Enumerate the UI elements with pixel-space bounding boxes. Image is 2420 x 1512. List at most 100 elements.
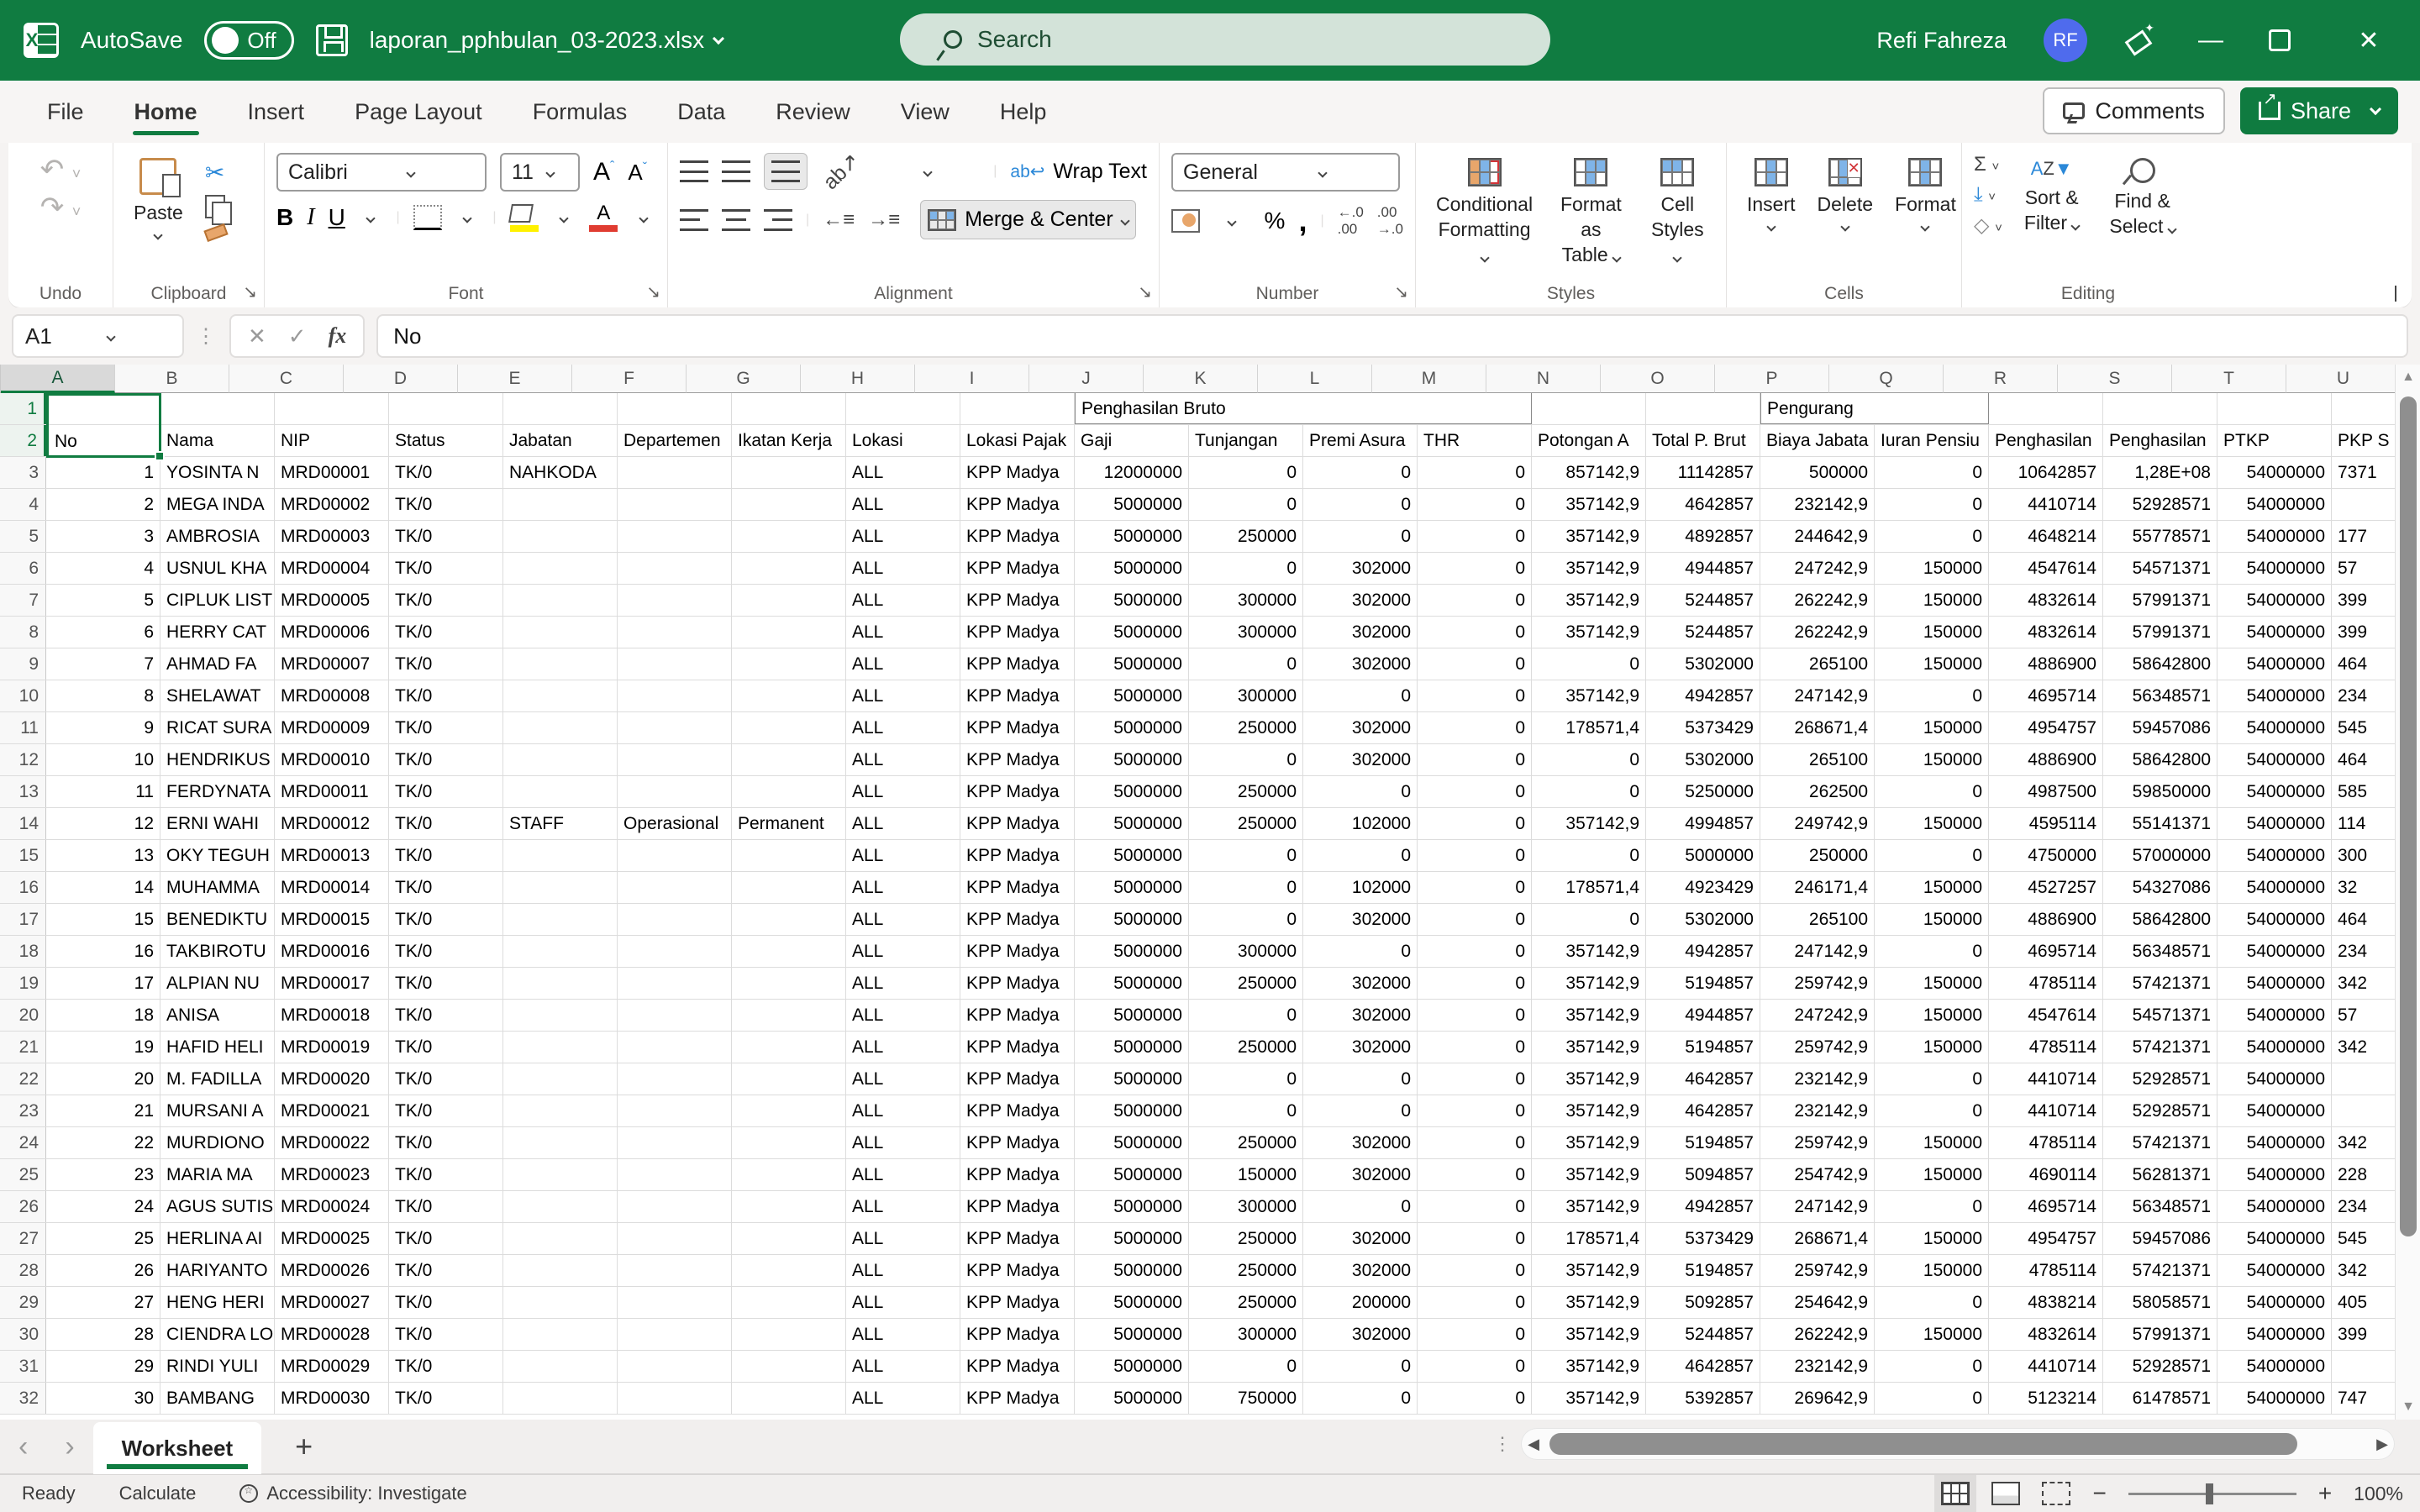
cell[interactable]: [732, 617, 846, 648]
cell[interactable]: 0: [1189, 457, 1303, 488]
cell[interactable]: 5000000: [1075, 585, 1189, 616]
cell[interactable]: KPP Madya: [960, 936, 1075, 967]
cell[interactable]: ALL: [846, 1191, 960, 1222]
cell[interactable]: 5000000: [1075, 744, 1189, 775]
cell[interactable]: TK/0: [389, 936, 503, 967]
cell[interactable]: [732, 680, 846, 711]
cell[interactable]: 5000000: [1075, 904, 1189, 935]
clipboard-dialog-launcher[interactable]: ↘: [243, 281, 257, 302]
coming-soon-icon[interactable]: [2124, 26, 2153, 55]
row-header-14[interactable]: 14: [0, 808, 46, 839]
align-middle-button[interactable]: [722, 160, 750, 182]
cell[interactable]: 150000: [1875, 648, 1989, 680]
cell[interactable]: 545: [2332, 712, 2395, 743]
cell[interactable]: 0: [1303, 776, 1418, 807]
cell[interactable]: ALL: [846, 1351, 960, 1382]
cell[interactable]: MRD00006: [275, 617, 389, 648]
cell[interactable]: TK/0: [389, 712, 503, 743]
cell[interactable]: KPP Madya: [960, 1191, 1075, 1222]
cell[interactable]: PKP S: [2332, 425, 2395, 456]
row-header-10[interactable]: 10: [0, 680, 46, 711]
increase-indent-button[interactable]: →≡: [868, 208, 900, 232]
cell[interactable]: 5000000: [1646, 840, 1760, 871]
column-header-N[interactable]: N: [1486, 365, 1601, 393]
cell[interactable]: 4942857: [1646, 680, 1760, 711]
column-header-H[interactable]: H: [801, 365, 915, 393]
cell[interactable]: 357142,9: [1532, 1063, 1646, 1095]
cell[interactable]: TK/0: [389, 680, 503, 711]
cell[interactable]: [503, 904, 618, 935]
cell[interactable]: 250000: [1189, 712, 1303, 743]
cell[interactable]: TK/0: [389, 1127, 503, 1158]
cell[interactable]: 4838214: [1989, 1287, 2103, 1318]
cell[interactable]: [618, 1223, 732, 1254]
cell[interactable]: 54000000: [2217, 1191, 2332, 1222]
cell[interactable]: 10642857: [1989, 457, 2103, 488]
cell[interactable]: 24: [46, 1191, 160, 1222]
align-right-button[interactable]: [764, 209, 792, 231]
cell[interactable]: 177: [2332, 521, 2395, 552]
cell[interactable]: 5000000: [1075, 1000, 1189, 1031]
cell[interactable]: 4648214: [1989, 521, 2103, 552]
cell[interactable]: ALL: [846, 904, 960, 935]
cell[interactable]: 57421371: [2103, 1032, 2217, 1063]
cell[interactable]: [732, 1000, 846, 1031]
row-header-24[interactable]: 24: [0, 1127, 46, 1158]
cell[interactable]: 302000: [1303, 617, 1418, 648]
cell[interactable]: [732, 776, 846, 807]
column-header-U[interactable]: U: [2286, 365, 2395, 393]
row-header-13[interactable]: 13: [0, 776, 46, 807]
cell[interactable]: 265100: [1760, 648, 1875, 680]
select-all-corner[interactable]: [0, 365, 1, 393]
scroll-up-icon[interactable]: ▲: [2396, 365, 2420, 390]
cell[interactable]: 29: [46, 1351, 160, 1382]
new-sheet-button[interactable]: +: [261, 1429, 346, 1464]
cell[interactable]: Tunjangan: [1189, 425, 1303, 456]
cell[interactable]: 4750000: [1989, 840, 2103, 871]
cell[interactable]: 5000000: [1075, 872, 1189, 903]
cell[interactable]: [160, 393, 275, 424]
cell[interactable]: [503, 1223, 618, 1254]
cell[interactable]: 3: [46, 521, 160, 552]
status-accessibility[interactable]: Accessibility: Investigate: [218, 1483, 488, 1504]
cell[interactable]: 150000: [1875, 1159, 1989, 1190]
cell[interactable]: 5194857: [1646, 1255, 1760, 1286]
chevron-down-icon[interactable]: [639, 213, 648, 223]
chevron-down-icon[interactable]: [559, 213, 568, 223]
cell[interactable]: ALL: [846, 968, 960, 999]
cell[interactable]: 54571371: [2103, 553, 2217, 584]
cell[interactable]: 0: [1189, 904, 1303, 935]
cell[interactable]: 1: [46, 457, 160, 488]
cell[interactable]: [503, 489, 618, 520]
active-cell-selection[interactable]: No: [46, 393, 161, 458]
cell[interactable]: [503, 936, 618, 967]
cell[interactable]: [618, 489, 732, 520]
cell[interactable]: 4785114: [1989, 1255, 2103, 1286]
cell[interactable]: CIPLUK LIST: [160, 585, 275, 616]
tab-home[interactable]: Home: [113, 87, 219, 137]
cell[interactable]: TK/0: [389, 840, 503, 871]
row-header-7[interactable]: 7: [0, 585, 46, 616]
sort-filter-button[interactable]: AZ▼ Sort &Filter: [2016, 153, 2088, 240]
cell[interactable]: MRD00010: [275, 744, 389, 775]
cell[interactable]: 150000: [1875, 1255, 1989, 1286]
cell[interactable]: 250000: [1189, 776, 1303, 807]
cell[interactable]: 0: [1418, 1032, 1532, 1063]
cell[interactable]: 254642,9: [1760, 1287, 1875, 1318]
cell[interactable]: 4410714: [1989, 489, 2103, 520]
cell[interactable]: 54000000: [2217, 872, 2332, 903]
cell[interactable]: 5000000: [1075, 808, 1189, 839]
cell[interactable]: [732, 489, 846, 520]
cell[interactable]: Ikatan Kerja: [732, 425, 846, 456]
cell[interactable]: 0: [1418, 1000, 1532, 1031]
cell[interactable]: ERNI WAHI: [160, 808, 275, 839]
cell[interactable]: 0: [1418, 680, 1532, 711]
cell[interactable]: 0: [1189, 1000, 1303, 1031]
cell[interactable]: 56348571: [2103, 936, 2217, 967]
cell[interactable]: 300000: [1189, 617, 1303, 648]
cell[interactable]: ALL: [846, 744, 960, 775]
cell[interactable]: [618, 1319, 732, 1350]
cell[interactable]: 150000: [1875, 585, 1989, 616]
cell[interactable]: 150000: [1875, 553, 1989, 584]
cell[interactable]: [618, 1159, 732, 1190]
